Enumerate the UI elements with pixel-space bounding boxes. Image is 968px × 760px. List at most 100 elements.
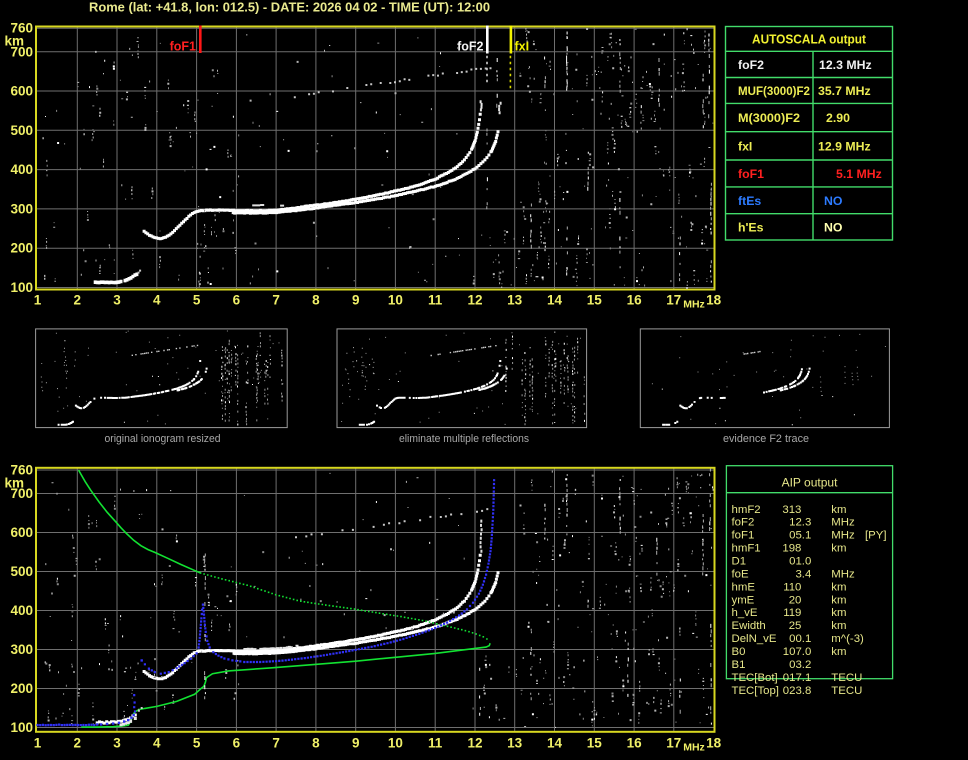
svg-text:km: km (831, 594, 846, 606)
svg-text:300: 300 (10, 642, 33, 657)
svg-text:16: 16 (627, 293, 643, 308)
svg-text:600: 600 (10, 84, 33, 99)
svg-text:313: 313 (782, 504, 801, 516)
svg-text:2: 2 (74, 736, 82, 751)
svg-text:2.90: 2.90 (826, 111, 850, 125)
svg-text:4: 4 (153, 293, 161, 308)
svg-text:18: 18 (706, 293, 722, 308)
svg-text:MHz: MHz (831, 517, 855, 529)
svg-text:foF1: foF1 (732, 530, 755, 542)
svg-text:MHz: MHz (831, 568, 855, 580)
svg-text:B0: B0 (732, 646, 746, 658)
svg-text:110: 110 (783, 581, 801, 593)
svg-text:fxI: fxI (738, 139, 752, 153)
svg-text:12: 12 (467, 293, 482, 308)
svg-text:300: 300 (10, 201, 33, 216)
svg-text:13: 13 (507, 293, 523, 308)
svg-text:12.3: 12.3 (789, 517, 811, 529)
svg-text:TECU: TECU (831, 685, 862, 697)
svg-text:3: 3 (113, 736, 121, 751)
svg-text:11: 11 (428, 736, 443, 751)
svg-text:hmF2: hmF2 (732, 504, 761, 516)
svg-text:5: 5 (193, 293, 201, 308)
svg-text:NO: NO (824, 220, 843, 234)
svg-text:9: 9 (352, 736, 360, 751)
svg-text:foF1: foF1 (738, 167, 764, 181)
svg-text:9: 9 (352, 293, 360, 308)
svg-text:12.3 MHz: 12.3 MHz (819, 58, 872, 72)
svg-text:foE: foE (732, 568, 749, 580)
svg-text:km: km (831, 607, 846, 619)
svg-text:10: 10 (388, 293, 403, 308)
svg-text:16: 16 (627, 736, 643, 751)
svg-text:023.8: 023.8 (783, 685, 812, 697)
svg-text:6: 6 (233, 293, 241, 308)
svg-text:00.1: 00.1 (789, 633, 811, 645)
svg-text:TEC[Bot]: TEC[Bot] (732, 672, 778, 684)
svg-text:km: km (831, 620, 846, 632)
svg-text:7: 7 (272, 736, 280, 751)
svg-text:100: 100 (10, 720, 33, 735)
svg-text:7: 7 (272, 293, 280, 308)
svg-text:017.1: 017.1 (783, 672, 812, 684)
svg-text:500: 500 (10, 123, 33, 138)
svg-text:400: 400 (10, 603, 33, 618)
svg-text:AUTOSCALA output: AUTOSCALA output (752, 32, 867, 47)
svg-text:foF2: foF2 (457, 40, 483, 54)
svg-text:600: 600 (10, 525, 33, 540)
svg-text:eliminate multiple reflections: eliminate multiple reflections (399, 433, 529, 445)
svg-text:Ewidth: Ewidth (732, 620, 766, 632)
svg-text:18: 18 (706, 736, 722, 751)
svg-text:15: 15 (587, 293, 603, 308)
svg-text:original ionogram resized: original ionogram resized (105, 433, 221, 445)
svg-text:B1: B1 (732, 659, 746, 671)
svg-text:D1: D1 (732, 556, 747, 568)
svg-text:ymE: ymE (732, 594, 755, 606)
svg-text:3.4: 3.4 (795, 568, 811, 580)
svg-text:14: 14 (547, 736, 563, 751)
svg-text:12.9 MHz: 12.9 MHz (818, 139, 871, 153)
svg-text:M(3000)F2: M(3000)F2 (738, 111, 800, 125)
svg-text:MHz: MHz (683, 742, 705, 754)
svg-text:TECU: TECU (831, 672, 862, 684)
svg-text:2: 2 (74, 293, 82, 308)
svg-text:6: 6 (233, 736, 241, 751)
svg-text:200: 200 (10, 241, 33, 256)
svg-text:km: km (4, 475, 24, 490)
svg-text:ftEs: ftEs (738, 194, 761, 208)
svg-text:h_vE: h_vE (732, 607, 758, 619)
svg-text:12: 12 (467, 736, 482, 751)
svg-text:Rome (lat: +41.8, lon: 012.5): Rome (lat: +41.8, lon: 012.5) - DATE: 20… (89, 0, 490, 15)
svg-text:25: 25 (789, 620, 802, 632)
svg-text:MHz: MHz (683, 299, 705, 311)
svg-text:DelN_vE: DelN_vE (732, 633, 777, 645)
svg-text:10: 10 (388, 736, 403, 751)
svg-text:foF2: foF2 (738, 58, 764, 72)
svg-text:8: 8 (312, 293, 320, 308)
svg-text:35.7 MHz: 35.7 MHz (818, 84, 871, 98)
svg-text:1: 1 (34, 736, 42, 751)
svg-text:13: 13 (507, 736, 523, 751)
svg-text:05.1: 05.1 (789, 530, 811, 542)
svg-text:foF2: foF2 (732, 517, 755, 529)
svg-text:TEC[Top]: TEC[Top] (732, 685, 779, 697)
svg-text:119: 119 (783, 607, 801, 619)
svg-text:01.0: 01.0 (789, 556, 811, 568)
svg-text:[PY]: [PY] (865, 530, 887, 542)
svg-text:km: km (4, 34, 24, 49)
svg-text:MHz: MHz (831, 530, 855, 542)
svg-text:km: km (831, 646, 846, 658)
svg-text:11: 11 (428, 293, 443, 308)
svg-text:200: 200 (10, 681, 33, 696)
svg-text:evidence F2 trace: evidence F2 trace (723, 433, 809, 445)
svg-text:17: 17 (666, 293, 681, 308)
svg-text:4: 4 (153, 736, 161, 751)
svg-text:17: 17 (666, 736, 681, 751)
svg-text:AIP output: AIP output (782, 476, 838, 490)
svg-text:500: 500 (10, 564, 33, 579)
svg-text:hmE: hmE (732, 581, 756, 593)
svg-text:5: 5 (193, 736, 201, 751)
svg-text:107.0: 107.0 (783, 646, 812, 658)
svg-text:15: 15 (587, 736, 603, 751)
svg-text:400: 400 (10, 162, 33, 177)
